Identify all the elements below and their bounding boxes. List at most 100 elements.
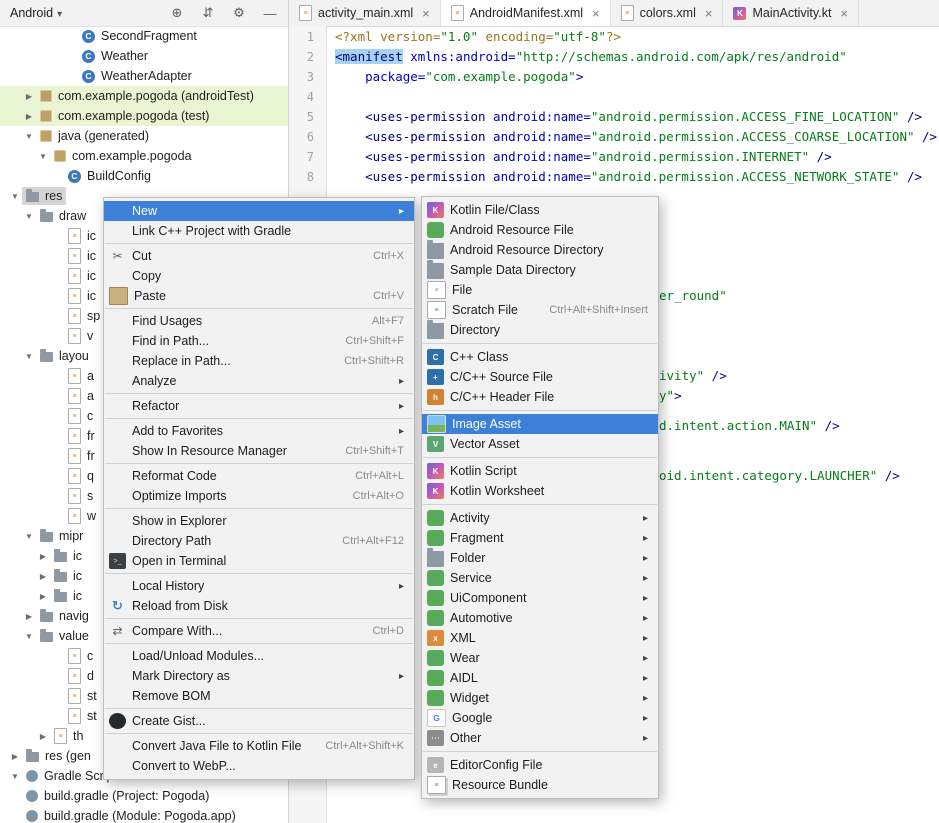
tab-colors-xml[interactable]: ≡colors.xml× [611, 0, 724, 26]
menu-item-scratch-file[interactable]: ≡Scratch FileCtrl+Alt+Shift+Insert [422, 300, 658, 320]
chevron-down-icon[interactable]: ▼ [22, 132, 36, 141]
menu-item-kotlin-script[interactable]: KKotlin Script [422, 461, 658, 481]
close-tab-icon[interactable]: × [422, 7, 430, 20]
chevron-right-icon[interactable]: ▶ [36, 552, 50, 561]
menu-item-image-asset[interactable]: Image Asset [422, 414, 658, 434]
menu-item-directory-path[interactable]: Directory PathCtrl+Alt+F12 [104, 531, 414, 551]
menu-item-cut[interactable]: ✂CutCtrl+X [104, 246, 414, 266]
submenu-arrow-icon: ▸ [629, 633, 648, 644]
kotlin-class-icon: C [82, 30, 95, 43]
menu-item-activity[interactable]: Activity▸ [422, 508, 658, 528]
menu-item-show-in-explorer[interactable]: Show in Explorer [104, 511, 414, 531]
tree-item-weather[interactable]: CWeather [0, 46, 288, 66]
menu-item-aidl[interactable]: AIDL▸ [422, 668, 658, 688]
menu-item-vector-asset[interactable]: VVector Asset [422, 434, 658, 454]
target-icon[interactable]: ⊕ [169, 5, 185, 21]
menu-item-load-unload-modules[interactable]: Load/Unload Modules... [104, 646, 414, 666]
menu-item-folder[interactable]: Folder▸ [422, 548, 658, 568]
menu-item-compare-with[interactable]: ⇄Compare With...Ctrl+D [104, 621, 414, 641]
menu-item-replace-in-path[interactable]: Replace in Path...Ctrl+Shift+R [104, 351, 414, 371]
chevron-down-icon[interactable]: ▼ [22, 632, 36, 641]
menu-item-fragment[interactable]: Fragment▸ [422, 528, 658, 548]
menu-item-automotive[interactable]: Automotive▸ [422, 608, 658, 628]
chevron-right-icon[interactable]: ▶ [22, 612, 36, 621]
submenu-arrow-icon: ▸ [385, 206, 404, 217]
tree-item-com-example-pogoda[interactable]: ▼com.example.pogoda [0, 146, 288, 166]
menu-item-open-in-terminal[interactable]: >_Open in Terminal [104, 551, 414, 571]
chevron-down-icon[interactable]: ▼ [36, 152, 50, 161]
menu-item-file[interactable]: ≡File [422, 280, 658, 300]
menu-item-kotlin-worksheet[interactable]: KKotlin Worksheet [422, 481, 658, 501]
menu-item-paste[interactable]: PasteCtrl+V [104, 286, 414, 306]
menu-item-find-in-path[interactable]: Find in Path...Ctrl+Shift+F [104, 331, 414, 351]
chevron-right-icon[interactable]: ▶ [36, 732, 50, 741]
menu-item-find-usages[interactable]: Find UsagesAlt+F7 [104, 311, 414, 331]
menu-item-mark-directory-as[interactable]: Mark Directory as▸ [104, 666, 414, 686]
line-number: 7 [289, 147, 326, 167]
menu-item-new[interactable]: New ▸ [104, 201, 414, 221]
menu-item-convert-java-file-to-kotlin-file[interactable]: Convert Java File to Kotlin FileCtrl+Alt… [104, 736, 414, 756]
menu-item-wear[interactable]: Wear▸ [422, 648, 658, 668]
hide-panel-icon[interactable]: — [262, 6, 278, 21]
menu-item-directory[interactable]: Directory [422, 320, 658, 340]
menu-item-c-c-source-file[interactable]: +C/C++ Source File [422, 367, 658, 387]
menu-item-remove-bom[interactable]: Remove BOM [104, 686, 414, 706]
menu-item-add-to-favorites[interactable]: Add to Favorites▸ [104, 421, 414, 441]
chevron-down-icon[interactable]: ▼ [22, 352, 36, 361]
tab-activity-main-xml[interactable]: ≡activity_main.xml× [289, 0, 441, 26]
menu-item-sample-data-directory[interactable]: Sample Data Directory [422, 260, 658, 280]
tree-item-buildconfig[interactable]: CBuildConfig [0, 166, 288, 186]
tree-item-java-generated[interactable]: ▼java (generated) [0, 126, 288, 146]
menu-item-create-gist[interactable]: Create Gist... [104, 711, 414, 731]
settings-icon[interactable]: ⚙ [231, 5, 247, 21]
menu-item-copy[interactable]: Copy [104, 266, 414, 286]
menu-item-convert-to-webp[interactable]: Convert to WebP... [104, 756, 414, 776]
menu-item-optimize-imports[interactable]: Optimize ImportsCtrl+Alt+O [104, 486, 414, 506]
tree-item-build-gradle-module-pogoda-app[interactable]: build.gradle (Module: Pogoda.app) [0, 806, 288, 823]
menu-item-local-history[interactable]: Local History▸ [104, 576, 414, 596]
chevron-down-icon[interactable]: ▼ [8, 192, 22, 201]
chevron-down-icon[interactable]: ▼ [22, 532, 36, 541]
menu-item-label: Cut [132, 249, 151, 263]
tab-mainactivity-kt[interactable]: KMainActivity.kt× [723, 0, 859, 26]
chevron-down-icon[interactable]: ▼ [22, 212, 36, 221]
tree-item-com-example-pogoda-test[interactable]: ▶com.example.pogoda (test) [0, 106, 288, 126]
menu-item-android-resource-directory[interactable]: Android Resource Directory [422, 240, 658, 260]
close-tab-icon[interactable]: × [705, 7, 713, 20]
menu-item-reformat-code[interactable]: Reformat CodeCtrl+Alt+L [104, 466, 414, 486]
menu-item-label: Load/Unload Modules... [132, 649, 264, 663]
menu-item-uicomponent[interactable]: UiComponent▸ [422, 588, 658, 608]
menu-item-google[interactable]: GGoogle▸ [422, 708, 658, 728]
menu-item-kotlin-file-class[interactable]: KKotlin File/Class [422, 200, 658, 220]
menu-item-android-resource-file[interactable]: Android Resource File [422, 220, 658, 240]
close-tab-icon[interactable]: × [592, 7, 600, 20]
menu-item-widget[interactable]: Widget▸ [422, 688, 658, 708]
chevron-right-icon[interactable]: ▶ [36, 572, 50, 581]
menu-item-show-in-resource-manager[interactable]: Show In Resource ManagerCtrl+Shift+T [104, 441, 414, 461]
menu-item-analyze[interactable]: Analyze▸ [104, 371, 414, 391]
menu-item-c-c-header-file[interactable]: hC/C++ Header File [422, 387, 658, 407]
tree-item-secondfragment[interactable]: CSecondFragment [0, 26, 288, 46]
menu-item-refactor[interactable]: Refactor▸ [104, 396, 414, 416]
chevron-right-icon[interactable]: ▶ [22, 92, 36, 101]
menu-item-link-c-project-with-gradle[interactable]: Link C++ Project with Gradle [104, 221, 414, 241]
chevron-down-icon[interactable]: ▼ [8, 772, 22, 781]
menu-item-service[interactable]: Service▸ [422, 568, 658, 588]
chevron-right-icon[interactable]: ▶ [22, 112, 36, 121]
tab-androidmanifest-xml[interactable]: ≡AndroidManifest.xml× [441, 0, 611, 26]
tree-item-com-example-pogoda-androidtest[interactable]: ▶com.example.pogoda (androidTest) [0, 86, 288, 106]
close-tab-icon[interactable]: × [840, 7, 848, 20]
menu-item-resource-bundle[interactable]: ≡Resource Bundle [422, 775, 658, 795]
collapse-all-icon[interactable]: ⇵ [200, 5, 216, 21]
menu-item-editorconfig-file[interactable]: eEditorConfig File [422, 755, 658, 775]
tree-item-weatheradapter[interactable]: CWeatherAdapter [0, 66, 288, 86]
menu-item-c-class[interactable]: CC++ Class [422, 347, 658, 367]
menu-item-label: New [132, 204, 157, 218]
chevron-right-icon[interactable]: ▶ [8, 752, 22, 761]
chevron-right-icon[interactable]: ▶ [36, 592, 50, 601]
tree-item-build-gradle-project-pogoda[interactable]: build.gradle (Project: Pogoda) [0, 786, 288, 806]
menu-item-reload-from-disk[interactable]: ↻Reload from Disk [104, 596, 414, 616]
menu-item-other[interactable]: ⋯Other▸ [422, 728, 658, 748]
menu-item-xml[interactable]: xXML▸ [422, 628, 658, 648]
project-view-selector[interactable]: Android [10, 6, 62, 20]
